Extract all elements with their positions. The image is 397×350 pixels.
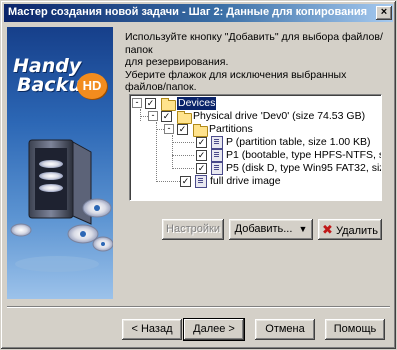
tree-checkbox[interactable]: ✓: [177, 124, 188, 135]
collapse-toggle[interactable]: -: [132, 98, 142, 108]
cancel-button-label: Отмена: [265, 323, 305, 335]
tree-node-label[interactable]: Physical drive 'Dev0' (size 74.53 GB): [193, 110, 365, 123]
tree-node-label[interactable]: P1 (bootable, type HPFS-NTFS, size 14: [226, 149, 381, 162]
back-button-label: < Назад: [131, 323, 173, 335]
tree-node-label[interactable]: P5 (disk D, type Win95 FAT32, size 59.: [226, 162, 381, 175]
window-title: Мастер создания новой задачи - Шаг 2: Да…: [8, 6, 368, 18]
instructions-text: Используйте кнопку "Добавить" для выбора…: [125, 31, 387, 94]
close-button[interactable]: ×: [376, 6, 392, 20]
settings-button-label: Настройки: [166, 223, 220, 235]
tree-checkbox[interactable]: ✓: [180, 176, 191, 187]
tree-checkbox[interactable]: ✓: [196, 163, 207, 174]
settings-button[interactable]: Настройки: [162, 219, 224, 240]
tree-checkbox[interactable]: ✓: [196, 150, 207, 161]
cancel-button[interactable]: Отмена: [255, 319, 315, 340]
disk-icon: [211, 136, 223, 149]
tree-node-label[interactable]: full drive image: [210, 175, 281, 188]
delete-button[interactable]: ✖ Удалить: [318, 219, 382, 240]
back-button[interactable]: < Назад: [122, 319, 182, 340]
tree-node-partition-p5[interactable]: ✓ P5 (disk D, type Win95 FAT32, size 59.: [130, 162, 381, 175]
next-button[interactable]: Далее >: [184, 319, 244, 340]
footer-separator: [7, 306, 390, 308]
disk-icon: [211, 149, 223, 162]
safe-illustration: [10, 139, 113, 272]
collapse-toggle[interactable]: -: [164, 124, 174, 134]
tree-checkbox[interactable]: ✓: [196, 137, 207, 148]
add-button-label: Добавить...: [234, 223, 293, 235]
instructions-line-3: Уберите флажок для исключения выбранных: [125, 68, 347, 81]
tree-checkbox[interactable]: ✓: [161, 111, 172, 122]
wizard-window: Мастер создания новой задачи - Шаг 2: Да…: [0, 0, 397, 350]
tree-node-label[interactable]: Devices: [177, 97, 217, 110]
tree-node-partition-p[interactable]: ✓ P (partition table, size 1.00 KB): [130, 136, 380, 149]
tree-node-partition-p1[interactable]: ✓ P1 (bootable, type HPFS-NTFS, size 14: [130, 149, 381, 162]
disk-icon: [211, 162, 223, 175]
tree-node-physical-drive[interactable]: - ✓ Physical drive 'Dev0' (size 74.53 GB…: [130, 110, 380, 124]
collapse-toggle[interactable]: -: [148, 111, 158, 121]
disk-icon: [195, 175, 207, 188]
tree-node-full-drive-image[interactable]: ✓ full drive image: [130, 175, 380, 188]
data-tree[interactable]: - ✓ Devices - ✓ Physical drive 'Dev0' (s…: [129, 94, 382, 201]
add-button[interactable]: Добавить... ▼: [229, 219, 313, 240]
help-button-label: Помощь: [333, 323, 377, 335]
instructions-line-2: для резервирования.: [125, 56, 229, 68]
dropdown-arrow-icon: ▼: [298, 224, 308, 234]
delete-button-label: Удалить: [335, 225, 378, 237]
help-button[interactable]: Помощь: [325, 319, 385, 340]
instructions-line-1: Используйте кнопку "Добавить" для выбора…: [125, 31, 383, 56]
product-banner: Handy Backup HD: [7, 27, 113, 299]
tree-node-label[interactable]: Partitions: [209, 123, 253, 136]
delete-icon: ✖: [322, 222, 333, 237]
title-bar: Мастер создания новой задачи - Шаг 2: Да…: [4, 4, 393, 22]
next-button-label: Далее >: [193, 323, 235, 335]
logo-badge: HD: [77, 73, 107, 99]
instructions-line-4: файлов/папок.: [125, 81, 197, 93]
tree-node-devices[interactable]: - ✓ Devices: [130, 97, 380, 111]
tree-node-label[interactable]: P (partition table, size 1.00 KB): [226, 136, 371, 149]
tree-node-partitions[interactable]: - ✓ Partitions: [130, 123, 380, 137]
tree-checkbox[interactable]: ✓: [145, 98, 156, 109]
